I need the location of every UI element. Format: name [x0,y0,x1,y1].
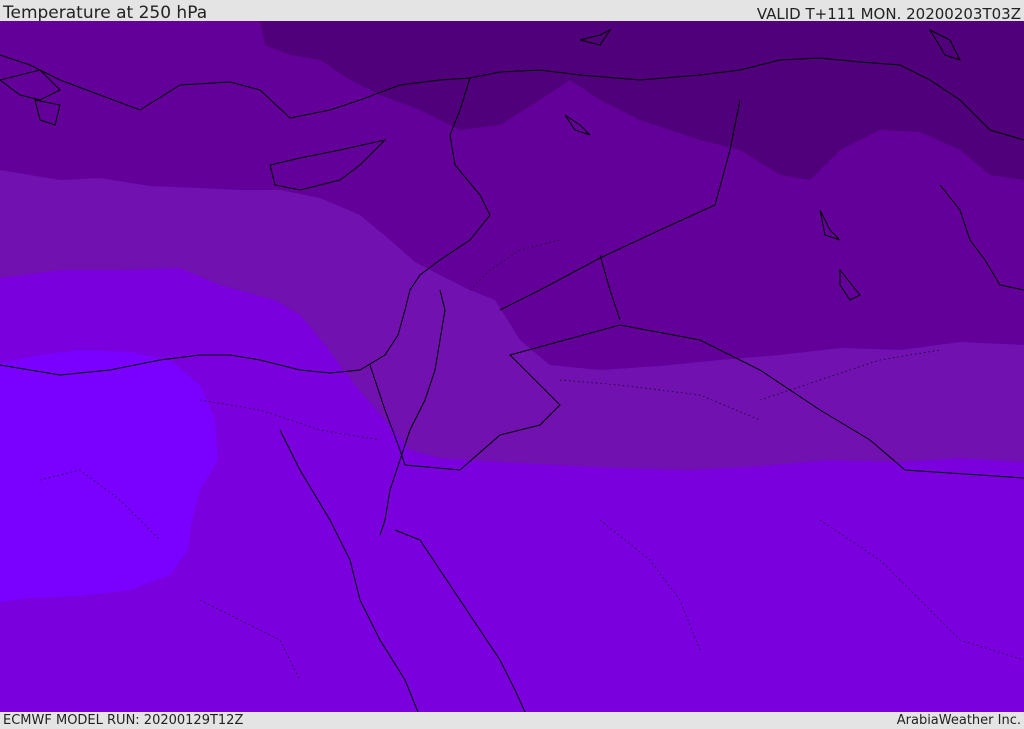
temperature-map[interactable] [0,21,1024,712]
map-canvas [0,21,1024,712]
credit-label: ArabiaWeather Inc. [896,713,1021,728]
footer-bar: ECMWF MODEL RUN: 20200129T12Z ArabiaWeat… [0,712,1024,729]
model-run-label: ECMWF MODEL RUN: 20200129T12Z [3,713,244,728]
map-title: Temperature at 250 hPa [3,3,208,23]
header-bar: Temperature at 250 hPa VALID T+111 MON. … [0,0,1024,23]
